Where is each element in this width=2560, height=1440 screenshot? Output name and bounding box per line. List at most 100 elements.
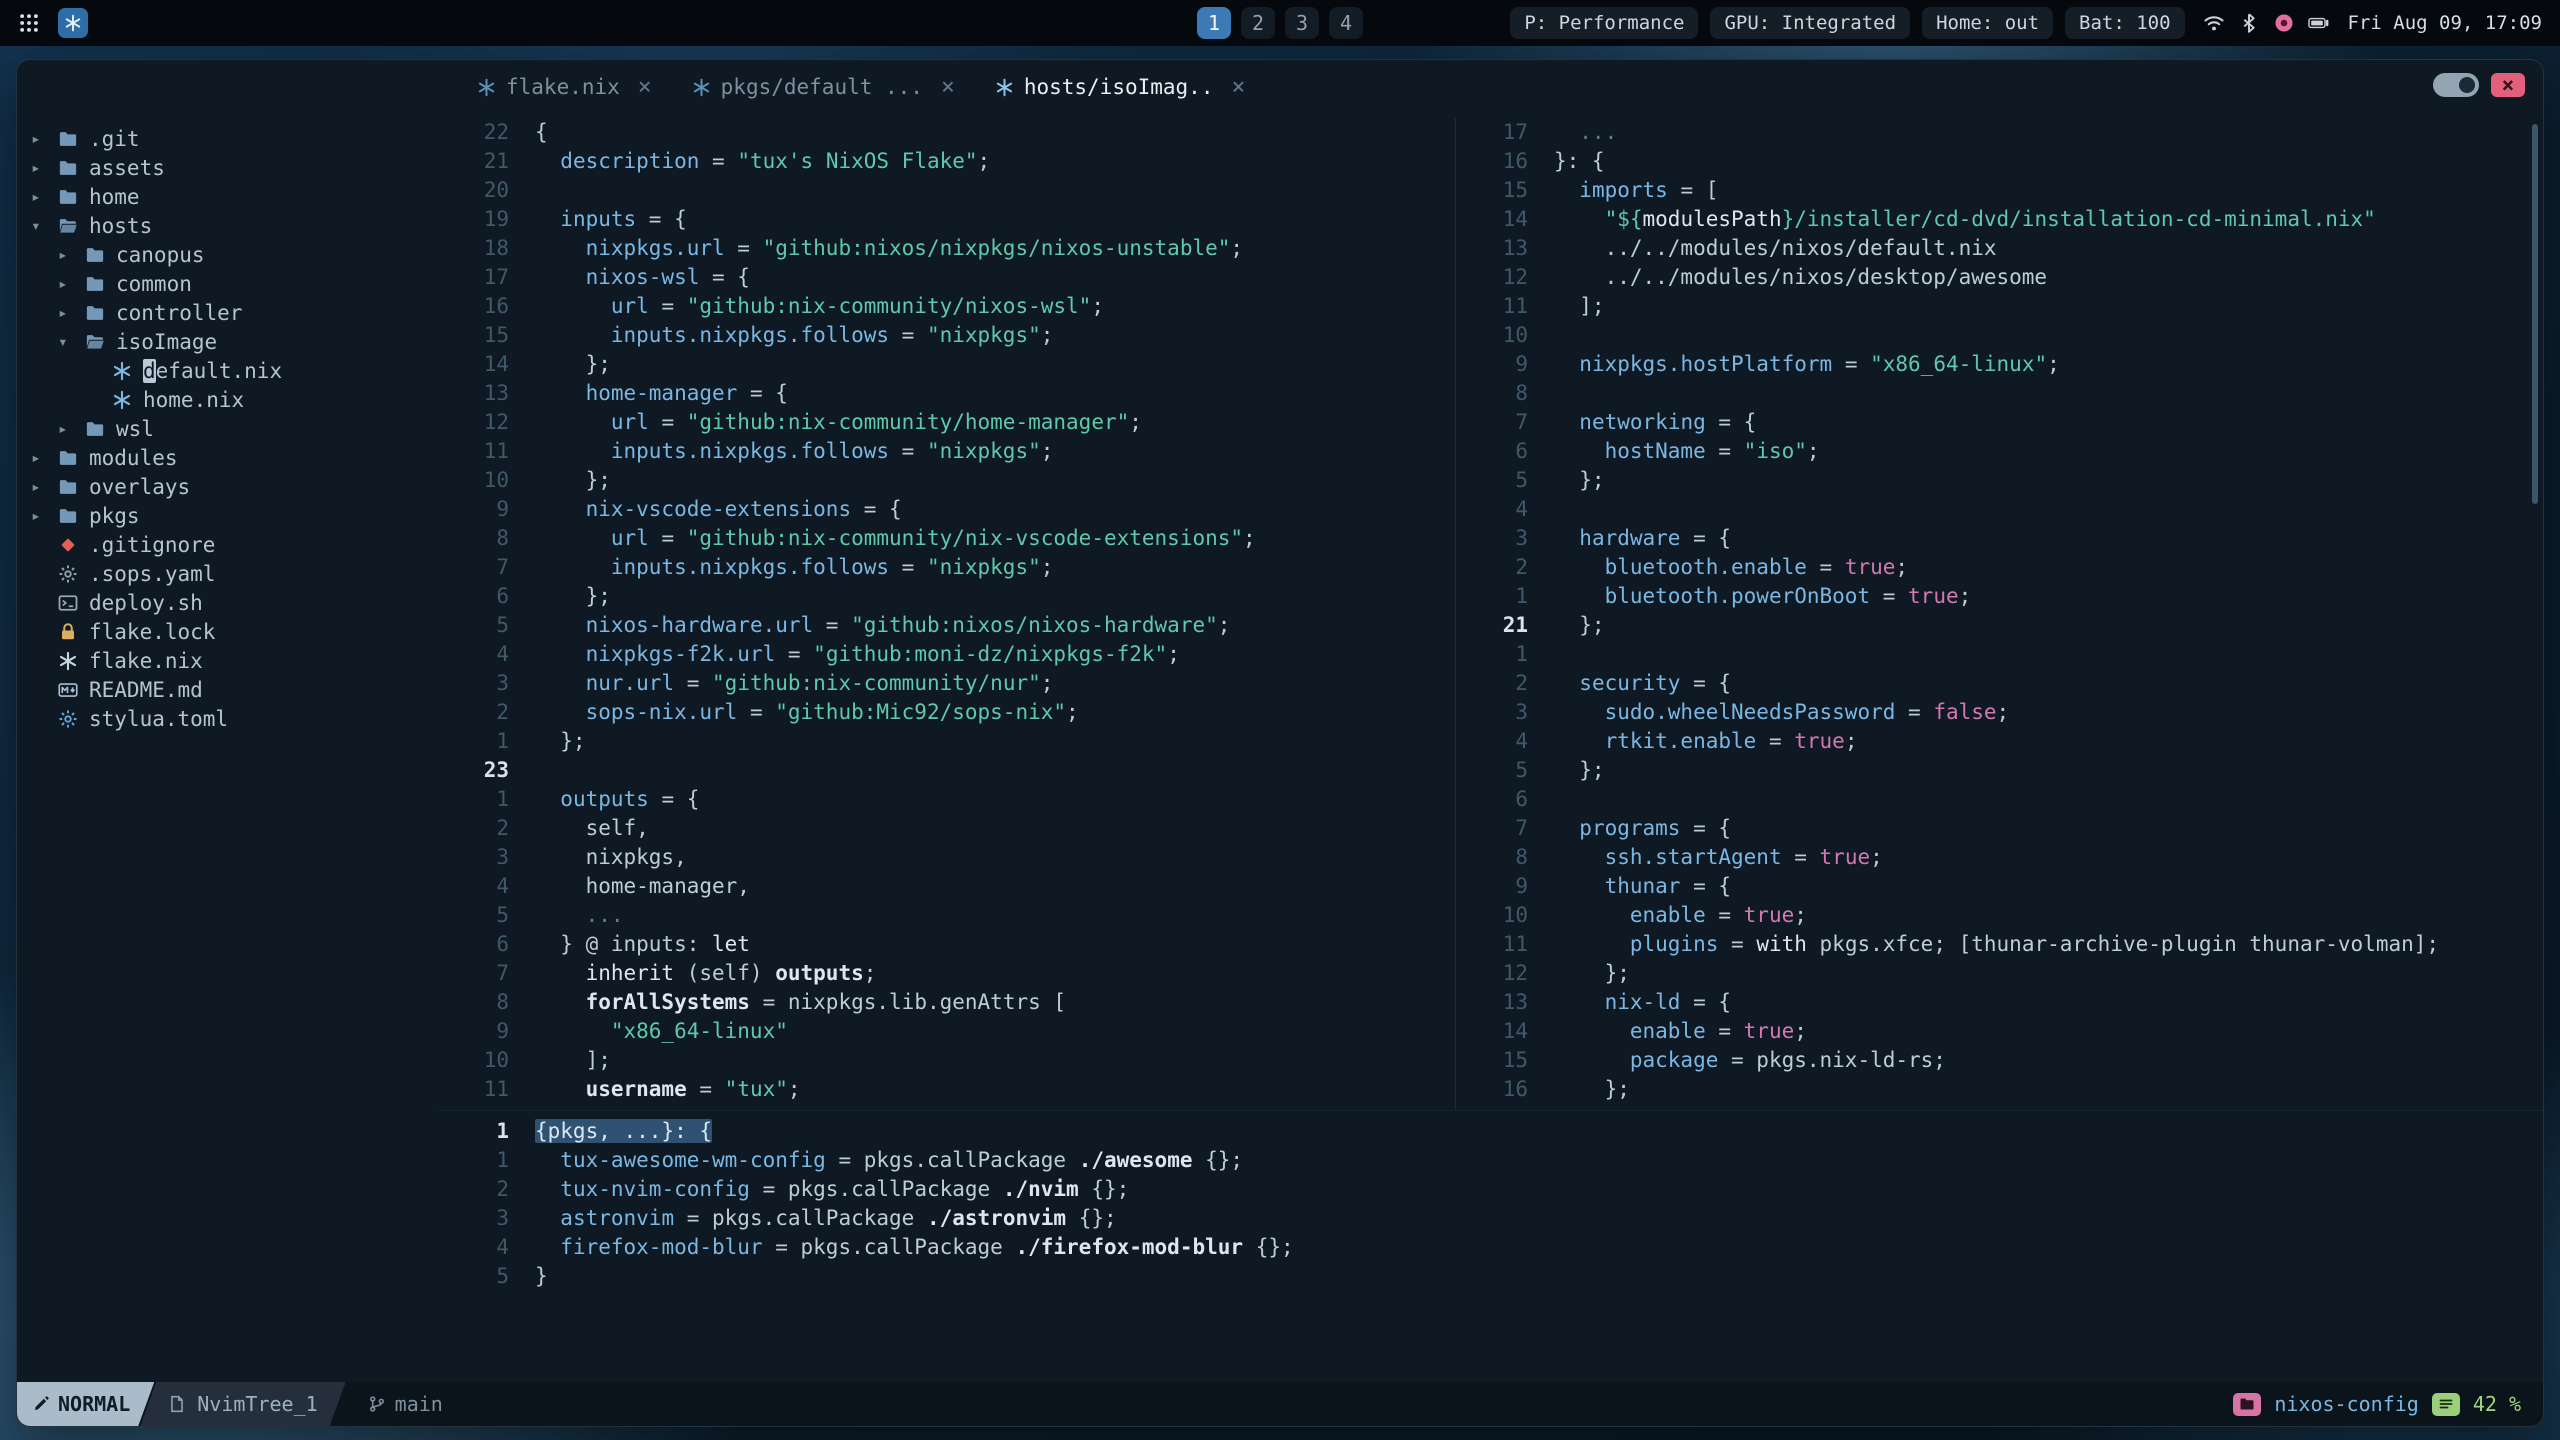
tree-item-sops-yaml[interactable]: .sops.yaml (17, 559, 437, 588)
code-line[interactable]: 1 {pkgs, ...}: { (437, 1117, 2543, 1146)
code-line[interactable]: 21 }; (1456, 611, 2543, 640)
code-line[interactable]: 15 imports = [ (1456, 176, 2543, 205)
code-line[interactable]: 3 hardware = { (1456, 524, 2543, 553)
bluetooth-icon[interactable] (2238, 12, 2260, 34)
code-line[interactable]: 6 }; (437, 582, 1455, 611)
tab-pkgs-default[interactable]: pkgs/default ... × (672, 74, 975, 100)
code-line[interactable]: 1 }; (437, 727, 1455, 756)
code-line[interactable]: 8 (1456, 379, 2543, 408)
code-line[interactable]: 11 ]; (1456, 292, 2543, 321)
tree-item-deploy-sh[interactable]: deploy.sh (17, 588, 437, 617)
clock[interactable]: Fri Aug 09, 17:09 (2348, 12, 2542, 34)
code-line[interactable]: 16 }; (1456, 1075, 2543, 1104)
wifi-icon[interactable] (2203, 12, 2225, 34)
code-line[interactable]: 17 nixos-wsl = { (437, 263, 1455, 292)
code-line[interactable]: 2 self, (437, 814, 1455, 843)
tree-item-stylua-toml[interactable]: stylua.toml (17, 704, 437, 733)
tree-item-default-nix[interactable]: default.nix (17, 356, 437, 385)
code-line[interactable]: 23 (437, 756, 1455, 785)
titlebar-toggle[interactable] (2433, 73, 2479, 97)
code-line[interactable]: 7 inherit (self) outputs; (437, 959, 1455, 988)
tree-item-common[interactable]: ▸ common (17, 269, 437, 298)
tree-item-git[interactable]: ▸ .git (17, 124, 437, 153)
code-line[interactable]: 14 enable = true; (1456, 1017, 2543, 1046)
code-line[interactable]: 9 "x86_64-linux" (437, 1017, 1455, 1046)
code-line[interactable]: 2 tux-nvim-config = pkgs.callPackage ./n… (437, 1175, 2543, 1204)
tree-item-home-nix[interactable]: home.nix (17, 385, 437, 414)
tree-item-canopus[interactable]: ▸ canopus (17, 240, 437, 269)
status-pill[interactable]: GPU: Integrated (1710, 7, 1911, 39)
code-line[interactable]: 5 ... (437, 901, 1455, 930)
code-line[interactable]: 8 forAllSystems = nixpkgs.lib.genAttrs [ (437, 988, 1455, 1017)
code-line[interactable]: 11 plugins = with pkgs.xfce; [thunar-arc… (1456, 930, 2543, 959)
tree-item-home[interactable]: ▸ home (17, 182, 437, 211)
code-line[interactable]: 5 }; (1456, 756, 2543, 785)
status-pill[interactable]: Bat: 100 (2065, 7, 2185, 39)
code-line[interactable]: 4 home-manager, (437, 872, 1455, 901)
tree-item-flake-nix[interactable]: flake.nix (17, 646, 437, 675)
code-line[interactable]: 14 }; (437, 350, 1455, 379)
code-line[interactable]: 4 (1456, 495, 2543, 524)
code-line[interactable]: 19 inputs = { (437, 205, 1455, 234)
code-line[interactable]: 7 networking = { (1456, 408, 2543, 437)
workspace-4[interactable]: 4 (1329, 7, 1363, 39)
code-line[interactable]: 5} (437, 1262, 2543, 1291)
tab-flake-nix[interactable]: flake.nix × (457, 74, 672, 100)
code-line[interactable]: 4 rtkit.enable = true; (1456, 727, 2543, 756)
code-line[interactable]: 20 (437, 176, 1455, 205)
editor-pane-flake-nix[interactable]: 22{21 description = "tux's NixOS Flake";… (437, 118, 1455, 1110)
code-line[interactable]: 12 url = "github:nix-community/home-mana… (437, 408, 1455, 437)
code-line[interactable]: 12 ../../modules/nixos/desktop/awesome (1456, 263, 2543, 292)
tab-close-icon[interactable]: × (941, 74, 955, 100)
code-line[interactable]: 3 nur.url = "github:nix-community/nur"; (437, 669, 1455, 698)
workspace-2[interactable]: 2 (1241, 7, 1275, 39)
code-line[interactable]: 4 nixpkgs-f2k.url = "github:moni-dz/nixp… (437, 640, 1455, 669)
code-line[interactable]: 4 firefox-mod-blur = pkgs.callPackage ./… (437, 1233, 2543, 1262)
code-line[interactable]: 22 { (437, 118, 1455, 147)
editor-pane-pkgs-default-nix[interactable]: 1 {pkgs, ...}: {1 tux-awesome-wm-config =… (437, 1110, 2543, 1382)
code-line[interactable]: 15 package = pkgs.nix-ld-rs; (1456, 1046, 2543, 1075)
code-line[interactable]: 13 ../../modules/nixos/default.nix (1456, 234, 2543, 263)
code-line[interactable]: 2 sops-nix.url = "github:Mic92/sops-nix"… (437, 698, 1455, 727)
code-line[interactable]: 2 bluetooth.enable = true; (1456, 553, 2543, 582)
code-line[interactable]: 1 outputs = { (437, 785, 1455, 814)
tree-item-pkgs[interactable]: ▸ pkgs (17, 501, 437, 530)
code-line[interactable]: 13 nix-ld = { (1456, 988, 2543, 1017)
code-line[interactable]: 16 url = "github:nix-community/nixos-wsl… (437, 292, 1455, 321)
workspace-3[interactable]: 3 (1285, 7, 1319, 39)
tree-item-controller[interactable]: ▸ controller (17, 298, 437, 327)
code-line[interactable]: 11 username = "tux"; (437, 1075, 1455, 1104)
code-line[interactable]: 3 nixpkgs, (437, 843, 1455, 872)
workspace-1[interactable]: 1 (1197, 7, 1231, 39)
app-grid-icon[interactable] (18, 12, 40, 34)
code-line[interactable]: 3 astronvim = pkgs.callPackage ./astronv… (437, 1204, 2543, 1233)
launcher-icon[interactable] (58, 8, 88, 38)
tree-item-overlays[interactable]: ▸ overlays (17, 472, 437, 501)
tab-close-icon[interactable]: × (1231, 74, 1245, 100)
code-line[interactable]: 9 thunar = { (1456, 872, 2543, 901)
code-line[interactable]: 12 }; (1456, 959, 2543, 988)
code-line[interactable]: 5 nixos-hardware.url = "github:nixos/nix… (437, 611, 1455, 640)
window-close-button[interactable]: × (2491, 73, 2525, 97)
tab-close-icon[interactable]: × (638, 74, 652, 100)
code-line[interactable]: 8 ssh.startAgent = true; (1456, 843, 2543, 872)
tree-item-readme-md[interactable]: README.md (17, 675, 437, 704)
code-line[interactable]: 3 sudo.wheelNeedsPassword = false; (1456, 698, 2543, 727)
tab-hosts-isoimag[interactable]: hosts/isoImag.. × (975, 74, 1266, 100)
code-line[interactable]: 6 hostName = "iso"; (1456, 437, 2543, 466)
tree-item-assets[interactable]: ▸ assets (17, 153, 437, 182)
battery-icon[interactable] (2307, 12, 2330, 34)
code-line[interactable]: 2 security = { (1456, 669, 2543, 698)
code-line[interactable]: 1 bluetooth.powerOnBoot = true; (1456, 582, 2543, 611)
tree-item-flake-lock[interactable]: flake.lock (17, 617, 437, 646)
code-line[interactable]: 8 url = "github:nix-community/nix-vscode… (437, 524, 1455, 553)
code-line[interactable]: 11 inputs.nixpkgs.follows = "nixpkgs"; (437, 437, 1455, 466)
code-line[interactable]: 9 nix-vscode-extensions = { (437, 495, 1455, 524)
tree-item-wsl[interactable]: ▸ wsl (17, 414, 437, 443)
scrollbar[interactable] (2532, 124, 2538, 504)
code-line[interactable]: 9 nixpkgs.hostPlatform = "x86_64-linux"; (1456, 350, 2543, 379)
editor-pane-isoimage-default-nix[interactable]: 17 ... 16}: {15 imports = [14 "${modulesP… (1455, 118, 2543, 1110)
status-pill[interactable]: P: Performance (1510, 7, 1699, 39)
code-line[interactable]: 7 inputs.nixpkgs.follows = "nixpkgs"; (437, 553, 1455, 582)
code-line[interactable]: 10 enable = true; (1456, 901, 2543, 930)
